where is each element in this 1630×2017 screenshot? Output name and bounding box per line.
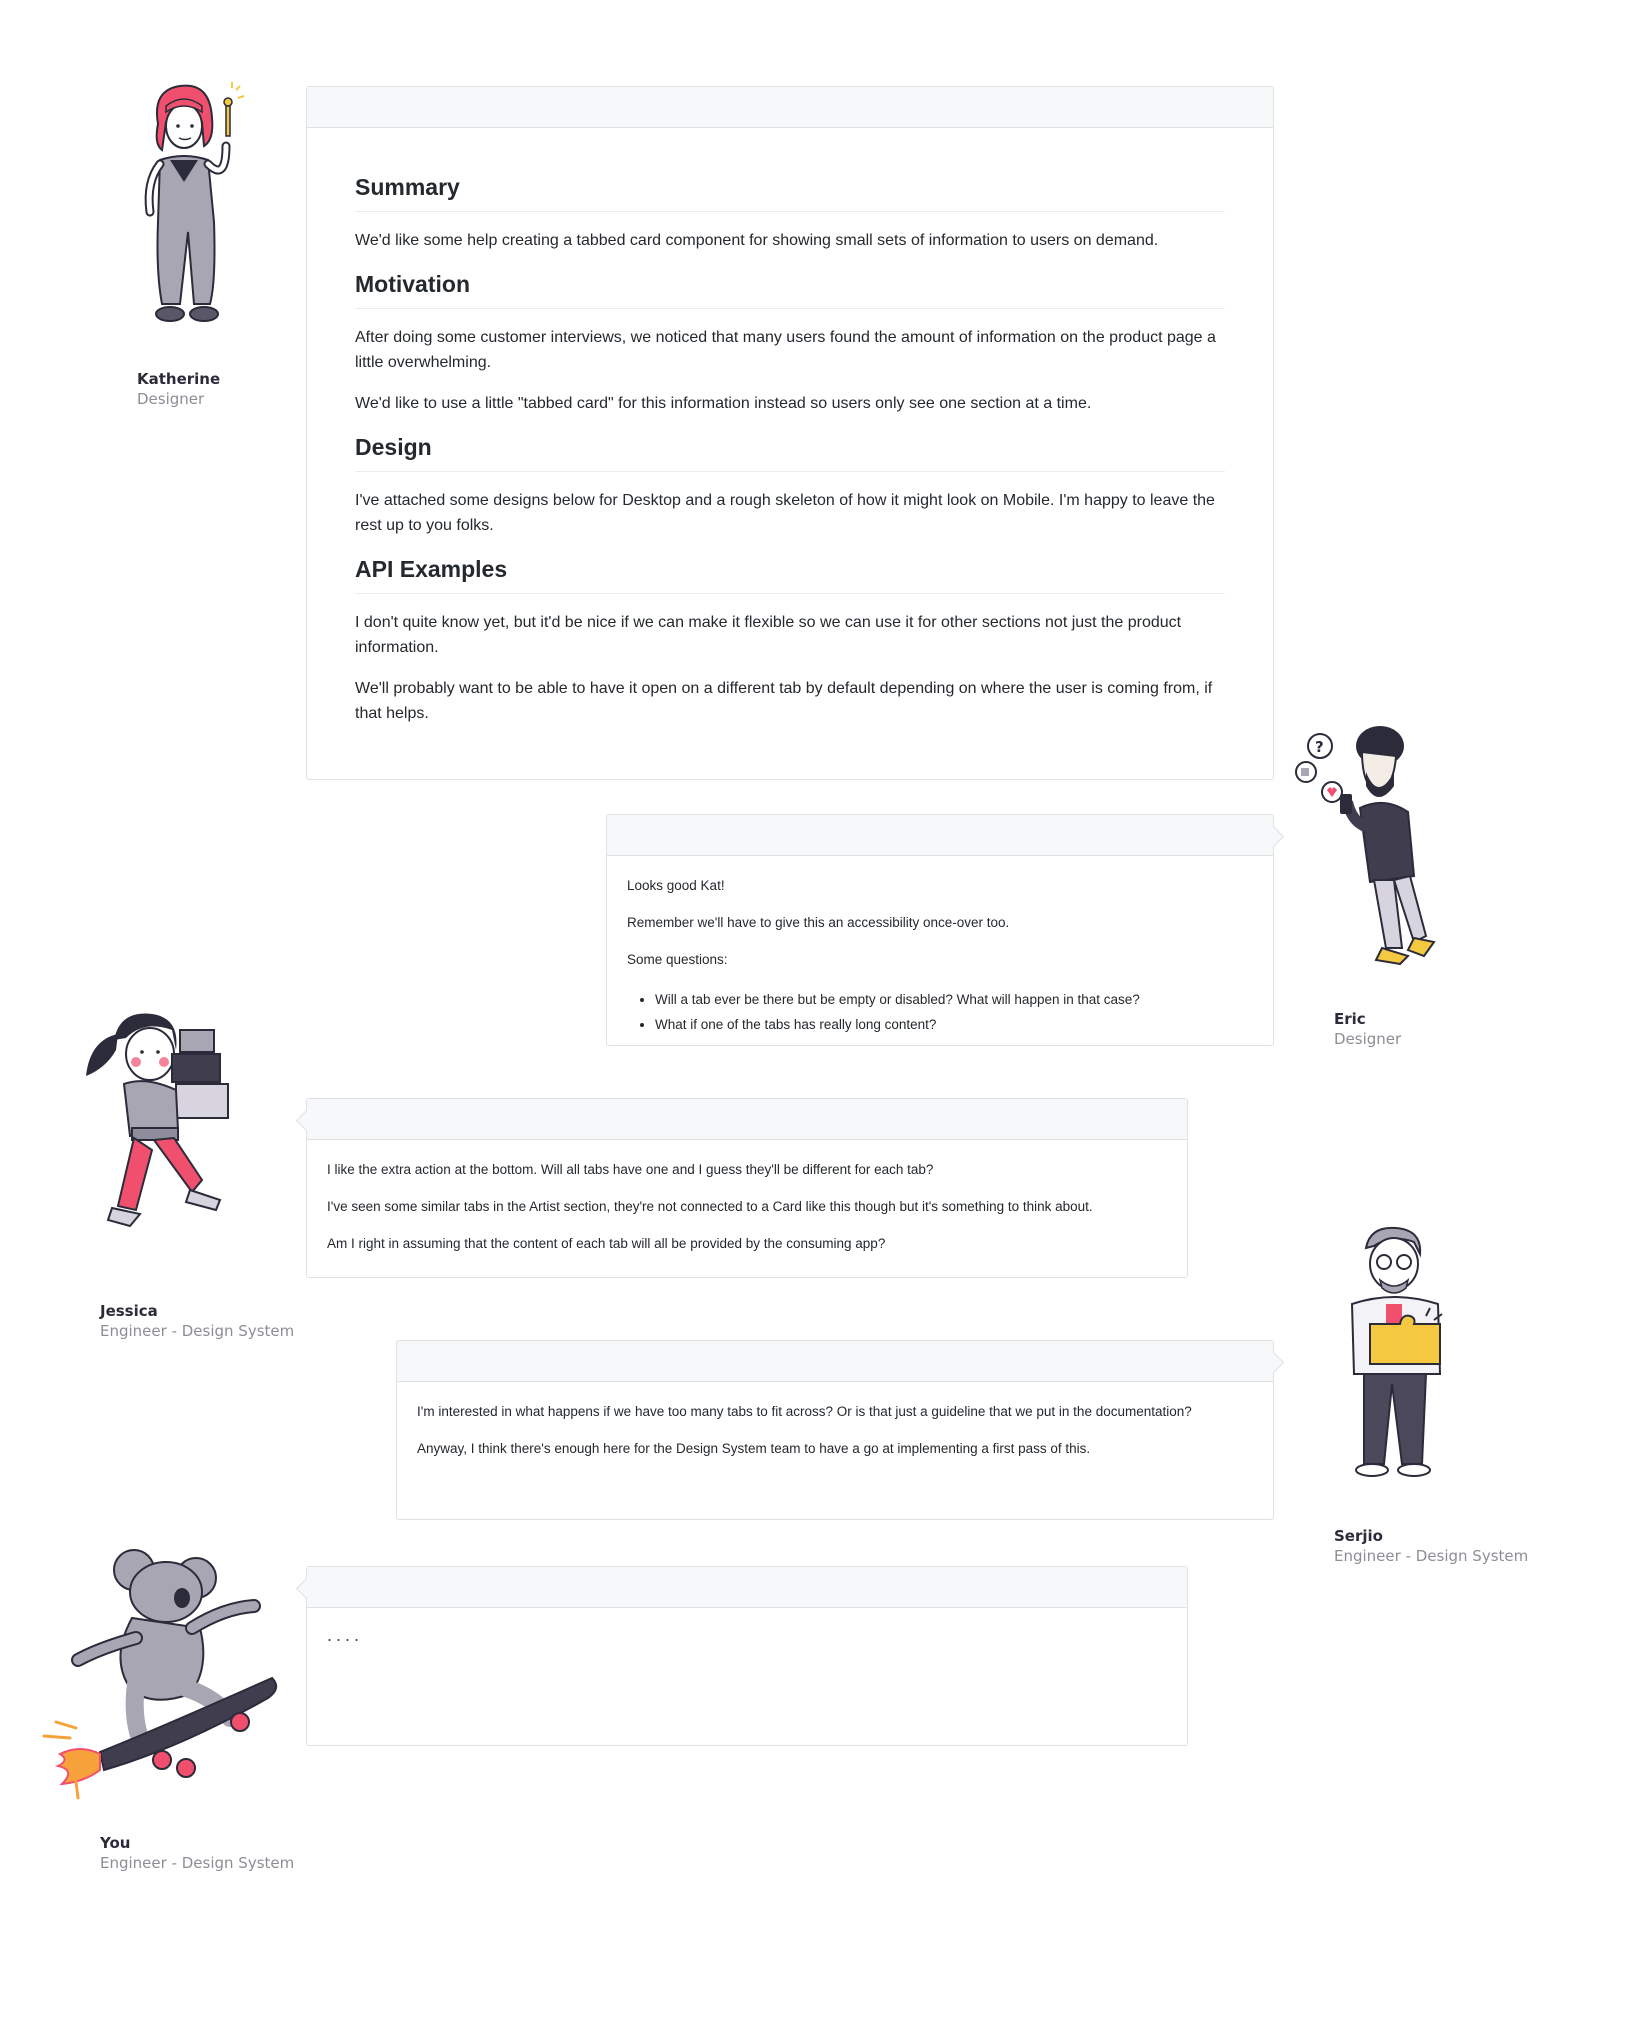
comment-header <box>607 815 1273 856</box>
comment-body: I like the extra action at the bottom. W… <box>307 1140 1187 1281</box>
list-item: Will a tab ever be there but be empty or… <box>655 987 1253 1012</box>
person-role-serjio: Engineer - Design System <box>1334 1547 1529 1565</box>
typing-indicator: .... <box>327 1625 364 1645</box>
katherine-avatar-icon <box>144 82 245 322</box>
person-name-jessica: Jessica <box>100 1302 158 1320</box>
comment-header <box>397 1341 1273 1382</box>
comment-paragraph: I'm interested in what happens if we hav… <box>417 1404 1192 1419</box>
section-heading-summary: Summary <box>355 174 1225 212</box>
section-heading-design: Design <box>355 434 1225 472</box>
section-paragraph: We'd like to use a little "tabbed card" … <box>355 395 1092 412</box>
section-paragraph: After doing some customer interviews, we… <box>355 329 1216 371</box>
eric-avatar-icon: ? <box>1295 726 1436 966</box>
person-role-katherine: Designer <box>137 390 205 408</box>
comment-card-you[interactable]: .... <box>295 1566 1188 1746</box>
comment-header <box>307 1099 1187 1140</box>
person-name-serjio: Serjio <box>1334 1527 1383 1545</box>
comment-card-jessica: I like the extra action at the bottom. W… <box>295 1098 1188 1281</box>
issue-card-header <box>307 87 1273 128</box>
issue-card-body: Summary We'd like some help creating a t… <box>307 128 1273 772</box>
section-heading-motivation: Motivation <box>355 271 1225 309</box>
comment-paragraph: Some questions: <box>627 952 728 967</box>
comment-paragraph: Remember we'll have to give this an acce… <box>627 915 1010 930</box>
section-paragraph: I've attached some designs below for Des… <box>355 492 1215 534</box>
person-role-jessica: Engineer - Design System <box>100 1322 295 1340</box>
comment-body: Looks good Kat! Remember we'll have to g… <box>607 856 1273 1057</box>
person-role-you: Engineer - Design System <box>100 1854 295 1872</box>
comment-paragraph: I like the extra action at the bottom. W… <box>327 1162 934 1177</box>
section-paragraph: I don't quite know yet, but it'd be nice… <box>355 614 1182 656</box>
svg-text:?: ? <box>1315 738 1324 756</box>
comment-header <box>307 1567 1187 1608</box>
you-avatar-icon <box>42 1549 278 1800</box>
comment-paragraph: Looks good Kat! <box>627 878 725 893</box>
reply-input[interactable]: .... <box>307 1608 1187 1652</box>
question-list: Will a tab ever be there but be empty or… <box>627 987 1253 1037</box>
section-heading-api-examples: API Examples <box>355 556 1225 594</box>
comment-paragraph: Am I right in assuming that the content … <box>327 1236 886 1251</box>
section-paragraph: We'll probably want to be able to have i… <box>355 680 1213 722</box>
issue-description-card: Summary We'd like some help creating a t… <box>306 86 1274 780</box>
person-name-eric: Eric <box>1334 1010 1366 1028</box>
person-name-katherine: Katherine <box>137 370 221 388</box>
comment-paragraph: Anyway, I think there's enough here for … <box>417 1441 1091 1456</box>
list-item: What if one of the tabs has really long … <box>655 1012 1253 1037</box>
person-role-eric: Designer <box>1334 1030 1402 1048</box>
comment-card-eric: Looks good Kat! Remember we'll have to g… <box>606 814 1285 1046</box>
comment-card-serjio: I'm interested in what happens if we hav… <box>396 1340 1285 1520</box>
serjio-avatar-icon <box>1350 1226 1443 1477</box>
jessica-avatar-icon <box>86 1013 229 1228</box>
section-paragraph: We'd like some help creating a tabbed ca… <box>355 232 1159 249</box>
comment-paragraph: I've seen some similar tabs in the Artis… <box>327 1199 1093 1214</box>
comment-body: I'm interested in what happens if we hav… <box>397 1382 1273 1486</box>
person-name-you: You <box>100 1834 131 1852</box>
